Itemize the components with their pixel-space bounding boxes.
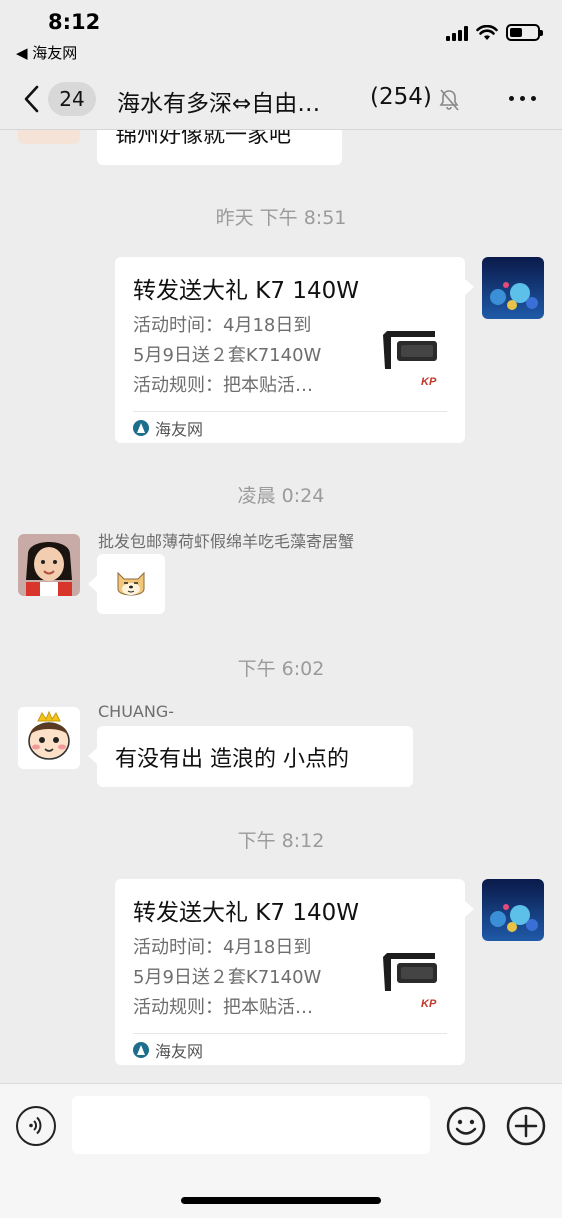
site-logo-icon xyxy=(133,420,149,436)
message-text: 锦州好像就一家吧 xyxy=(115,130,292,148)
message-bubble[interactable]: 有没有出 造浪的 小点的 xyxy=(97,726,413,787)
member-count: (254) xyxy=(370,84,432,110)
unread-count-badge[interactable]: 24 xyxy=(48,82,96,116)
battery-icon xyxy=(506,24,543,41)
card-description: 活动时间：4月18日到 5月9日送２套K7140W 活动规则：把本贴活… xyxy=(133,937,322,1018)
sender-name: CHUANG- xyxy=(98,702,174,721)
card-divider xyxy=(133,411,447,412)
card-title: 转发送大礼 K7 140W xyxy=(133,278,359,304)
doge-sticker-icon xyxy=(117,571,145,596)
timestamp: 昨天 下午 8:51 xyxy=(215,207,347,229)
voice-input-button[interactable] xyxy=(16,1106,56,1146)
more-options-icon[interactable] xyxy=(509,96,536,101)
card-description: 活动时间：4月18日到 5月9日送２套K7140W 活动规则：把本贴活… xyxy=(133,315,322,396)
bubble-tail xyxy=(465,901,474,917)
chat-header: 24 海水有多深⇔自由… (254) xyxy=(0,70,562,130)
link-card[interactable]: 转发送大礼 K7 140W 活动时间：4月18日到 5月9日送２套K7140W … xyxy=(115,257,465,443)
bubble-tail xyxy=(88,576,97,592)
card-title: 转发送大礼 K7 140W xyxy=(133,900,359,926)
avatar[interactable] xyxy=(18,130,80,144)
home-indicator[interactable] xyxy=(181,1197,381,1204)
voice-icon xyxy=(29,1116,42,1135)
bubble-tail xyxy=(465,279,474,295)
status-bar: 8:12 ◀ 海友网 xyxy=(0,0,562,70)
bubble-tail xyxy=(88,748,97,764)
svg-text:KP: KP xyxy=(421,376,437,388)
message-text: 有没有出 造浪的 小点的 xyxy=(115,746,349,772)
signal-icon xyxy=(446,25,468,41)
avatar[interactable] xyxy=(482,257,544,319)
wifi-icon xyxy=(476,24,498,40)
svg-text:KP: KP xyxy=(421,998,437,1010)
status-icons xyxy=(446,24,543,41)
mute-bell-icon xyxy=(439,89,459,111)
timestamp: 下午 6:02 xyxy=(237,658,325,680)
emoji-button-icon[interactable] xyxy=(446,1106,486,1146)
back-to-app-link[interactable]: ◀ 海友网 xyxy=(16,42,77,63)
product-thumbnail-icon: KP xyxy=(377,319,449,391)
avatar[interactable] xyxy=(18,534,80,596)
product-thumbnail-icon: KP xyxy=(377,941,449,1013)
more-functions-plus-icon[interactable] xyxy=(506,1106,546,1146)
avatar[interactable] xyxy=(482,879,544,941)
avatar[interactable] xyxy=(18,707,80,769)
chat-message-list[interactable]: 锦州好像就一家吧 昨天 下午 8:51 转发送大礼 K7 140W 活动时间：4… xyxy=(0,130,562,1083)
link-card[interactable]: 转发送大礼 K7 140W 活动时间：4月18日到 5月9日送２套K7140W … xyxy=(115,879,465,1065)
chat-title: 海水有多深⇔自由… xyxy=(117,91,321,117)
timestamp: 凌晨 0:24 xyxy=(237,485,325,507)
card-source: 海友网 xyxy=(133,416,203,440)
message-bubble[interactable]: 锦州好像就一家吧 xyxy=(97,130,342,165)
sticker-message[interactable] xyxy=(97,554,165,614)
timestamp: 下午 8:12 xyxy=(237,830,325,852)
card-divider xyxy=(133,1033,447,1034)
message-input[interactable] xyxy=(72,1096,430,1154)
status-time: 8:12 xyxy=(48,10,101,34)
site-logo-icon xyxy=(133,1042,149,1058)
back-arrow-icon[interactable] xyxy=(20,84,44,114)
card-source: 海友网 xyxy=(133,1038,203,1062)
sender-name: 批发包邮薄荷虾假绵羊吃毛藻寄居蟹 xyxy=(98,532,355,551)
